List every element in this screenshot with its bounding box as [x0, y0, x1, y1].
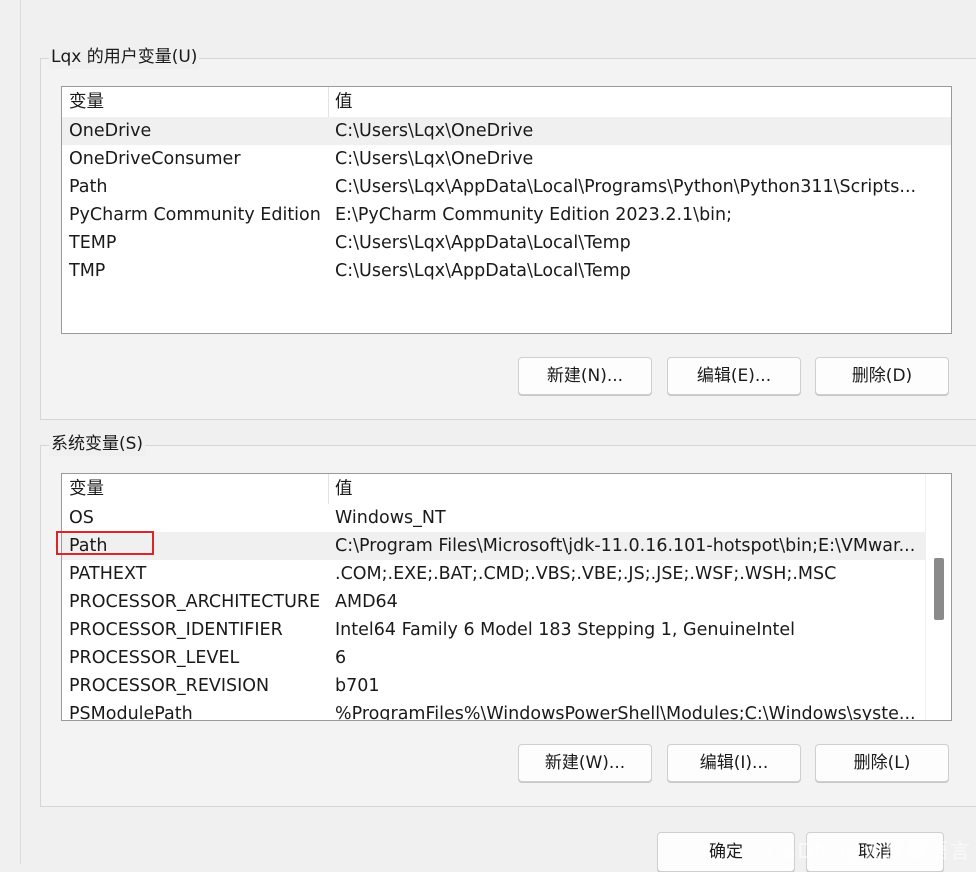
system-variables-title: 系统变量(S): [49, 432, 146, 456]
user-new-button[interactable]: 新建(N)...: [518, 357, 652, 395]
variable-value: Intel64 Family 6 Model 183 Stepping 1, G…: [335, 620, 796, 640]
table-row[interactable]: PROCESSOR_ARCHITECTURE AMD64: [62, 588, 951, 616]
variable-name: Path: [69, 177, 108, 197]
variable-name: PATHEXT: [69, 564, 147, 584]
list-header: 变量 值: [62, 474, 951, 504]
column-header-variable[interactable]: 变量: [69, 474, 327, 504]
variable-value: C:\Users\Lqx\AppData\Local\Temp: [335, 261, 631, 281]
variable-name: PROCESSOR_REVISION: [69, 676, 270, 696]
table-row[interactable]: PROCESSOR_REVISION b701: [62, 672, 951, 700]
variable-value: 6: [335, 648, 347, 668]
column-header-variable[interactable]: 变量: [69, 87, 327, 117]
variable-value: b701: [335, 676, 380, 696]
variable-value: C:\Users\Lqx\AppData\Local\Programs\Pyth…: [335, 177, 915, 197]
variable-name: PROCESSOR_LEVEL: [69, 648, 240, 668]
path-highlight-box: [56, 531, 154, 555]
table-row[interactable]: OneDriveConsumer C:\Users\Lqx\OneDrive: [62, 145, 951, 173]
table-row[interactable]: Path C:\Users\Lqx\AppData\Local\Programs\…: [62, 173, 951, 201]
variable-name: PyCharm Community Edition: [69, 205, 321, 225]
variable-name: TMP: [69, 261, 106, 281]
vertical-scrollbar[interactable]: [925, 474, 951, 720]
variable-name: TEMP: [69, 233, 117, 253]
window-left-edge: [0, 0, 21, 864]
table-row[interactable]: TEMP C:\Users\Lqx\AppData\Local\Temp: [62, 229, 951, 257]
system-new-button[interactable]: 新建(W)...: [518, 744, 652, 782]
variable-value: C:\Users\Lqx\OneDrive: [335, 149, 534, 169]
list-header: 变量 值: [62, 87, 951, 117]
scrollbar-track-edge: [925, 474, 926, 720]
table-row[interactable]: OneDrive C:\Users\Lqx\OneDrive: [62, 117, 951, 145]
table-row[interactable]: TMP C:\Users\Lqx\AppData\Local\Temp: [62, 257, 951, 285]
system-variables-rows: OS Windows_NT Path C:\Program Files\Microso…: [62, 504, 951, 721]
variable-value: Windows_NT: [335, 508, 446, 528]
column-header-value[interactable]: 值: [335, 474, 915, 504]
column-header-value[interactable]: 值: [335, 87, 915, 117]
column-divider[interactable]: [328, 87, 329, 117]
user-delete-button[interactable]: 删除(D): [815, 357, 949, 395]
variable-value: C:\Users\Lqx\AppData\Local\Temp: [335, 233, 631, 253]
user-variables-list[interactable]: 变量 值 OneDrive C:\Users\Lqx\OneDrive OneDri…: [61, 86, 952, 334]
variable-name: OS: [69, 508, 94, 528]
variable-name: OneDriveConsumer: [69, 149, 241, 169]
variable-value: C:\Users\Lqx\OneDrive: [335, 121, 534, 141]
variable-value: C:\Program Files\Microsoft\jdk-11.0.16.1…: [335, 536, 915, 556]
table-row[interactable]: PyCharm Community Edition E:\PyCharm Comm…: [62, 201, 951, 229]
table-row[interactable]: Path C:\Program Files\Microsoft\jdk-11.0.…: [62, 532, 951, 560]
table-row[interactable]: PSModulePath %ProgramFiles%\WindowsPowerS…: [62, 700, 951, 721]
table-row[interactable]: OS Windows_NT: [62, 504, 951, 532]
user-edit-button[interactable]: 编辑(E)...: [667, 357, 801, 395]
user-variables-title: Lqx 的用户变量(U): [49, 45, 200, 69]
column-divider[interactable]: [328, 474, 329, 504]
variable-name: PROCESSOR_ARCHITECTURE: [69, 592, 321, 612]
user-variables-group: Lqx 的用户变量(U) 变量 值 OneDrive C:\Users\Lqx\O…: [40, 45, 976, 420]
table-row[interactable]: PATHEXT .COM;.EXE;.BAT;.CMD;.VBS;.VBE;.JS…: [62, 560, 951, 588]
variable-value: %ProgramFiles%\WindowsPowerShell\Modules…: [335, 704, 915, 721]
system-edit-button[interactable]: 编辑(I)...: [667, 744, 801, 782]
scrollbar-thumb[interactable]: [934, 558, 944, 620]
variable-value: AMD64: [335, 592, 398, 612]
system-variables-list[interactable]: 变量 值 OS Windows_NT Path C:\Program Files\Mi…: [61, 473, 952, 721]
variable-value: E:\PyCharm Community Edition 2023.2.1\bi…: [335, 205, 733, 225]
variable-name: PROCESSOR_IDENTIFIER: [69, 620, 283, 640]
user-variables-rows: OneDrive C:\Users\Lqx\OneDrive OneDriveCon…: [62, 117, 951, 285]
window-top-strip: [21, 0, 976, 10]
watermark: CSDN @大数据语言: [766, 839, 972, 863]
variable-name: OneDrive: [69, 121, 152, 141]
table-row[interactable]: PROCESSOR_LEVEL 6: [62, 644, 951, 672]
system-delete-button[interactable]: 删除(L): [815, 744, 949, 782]
variable-value: .COM;.EXE;.BAT;.CMD;.VBS;.VBE;.JS;.JSE;.…: [335, 564, 837, 584]
table-row[interactable]: PROCESSOR_IDENTIFIER Intel64 Family 6 Mod…: [62, 616, 951, 644]
system-variables-group: 系统变量(S) 变量 值 OS Windows_NT Path C:\Program …: [40, 432, 976, 807]
variable-name: PSModulePath: [69, 704, 193, 721]
